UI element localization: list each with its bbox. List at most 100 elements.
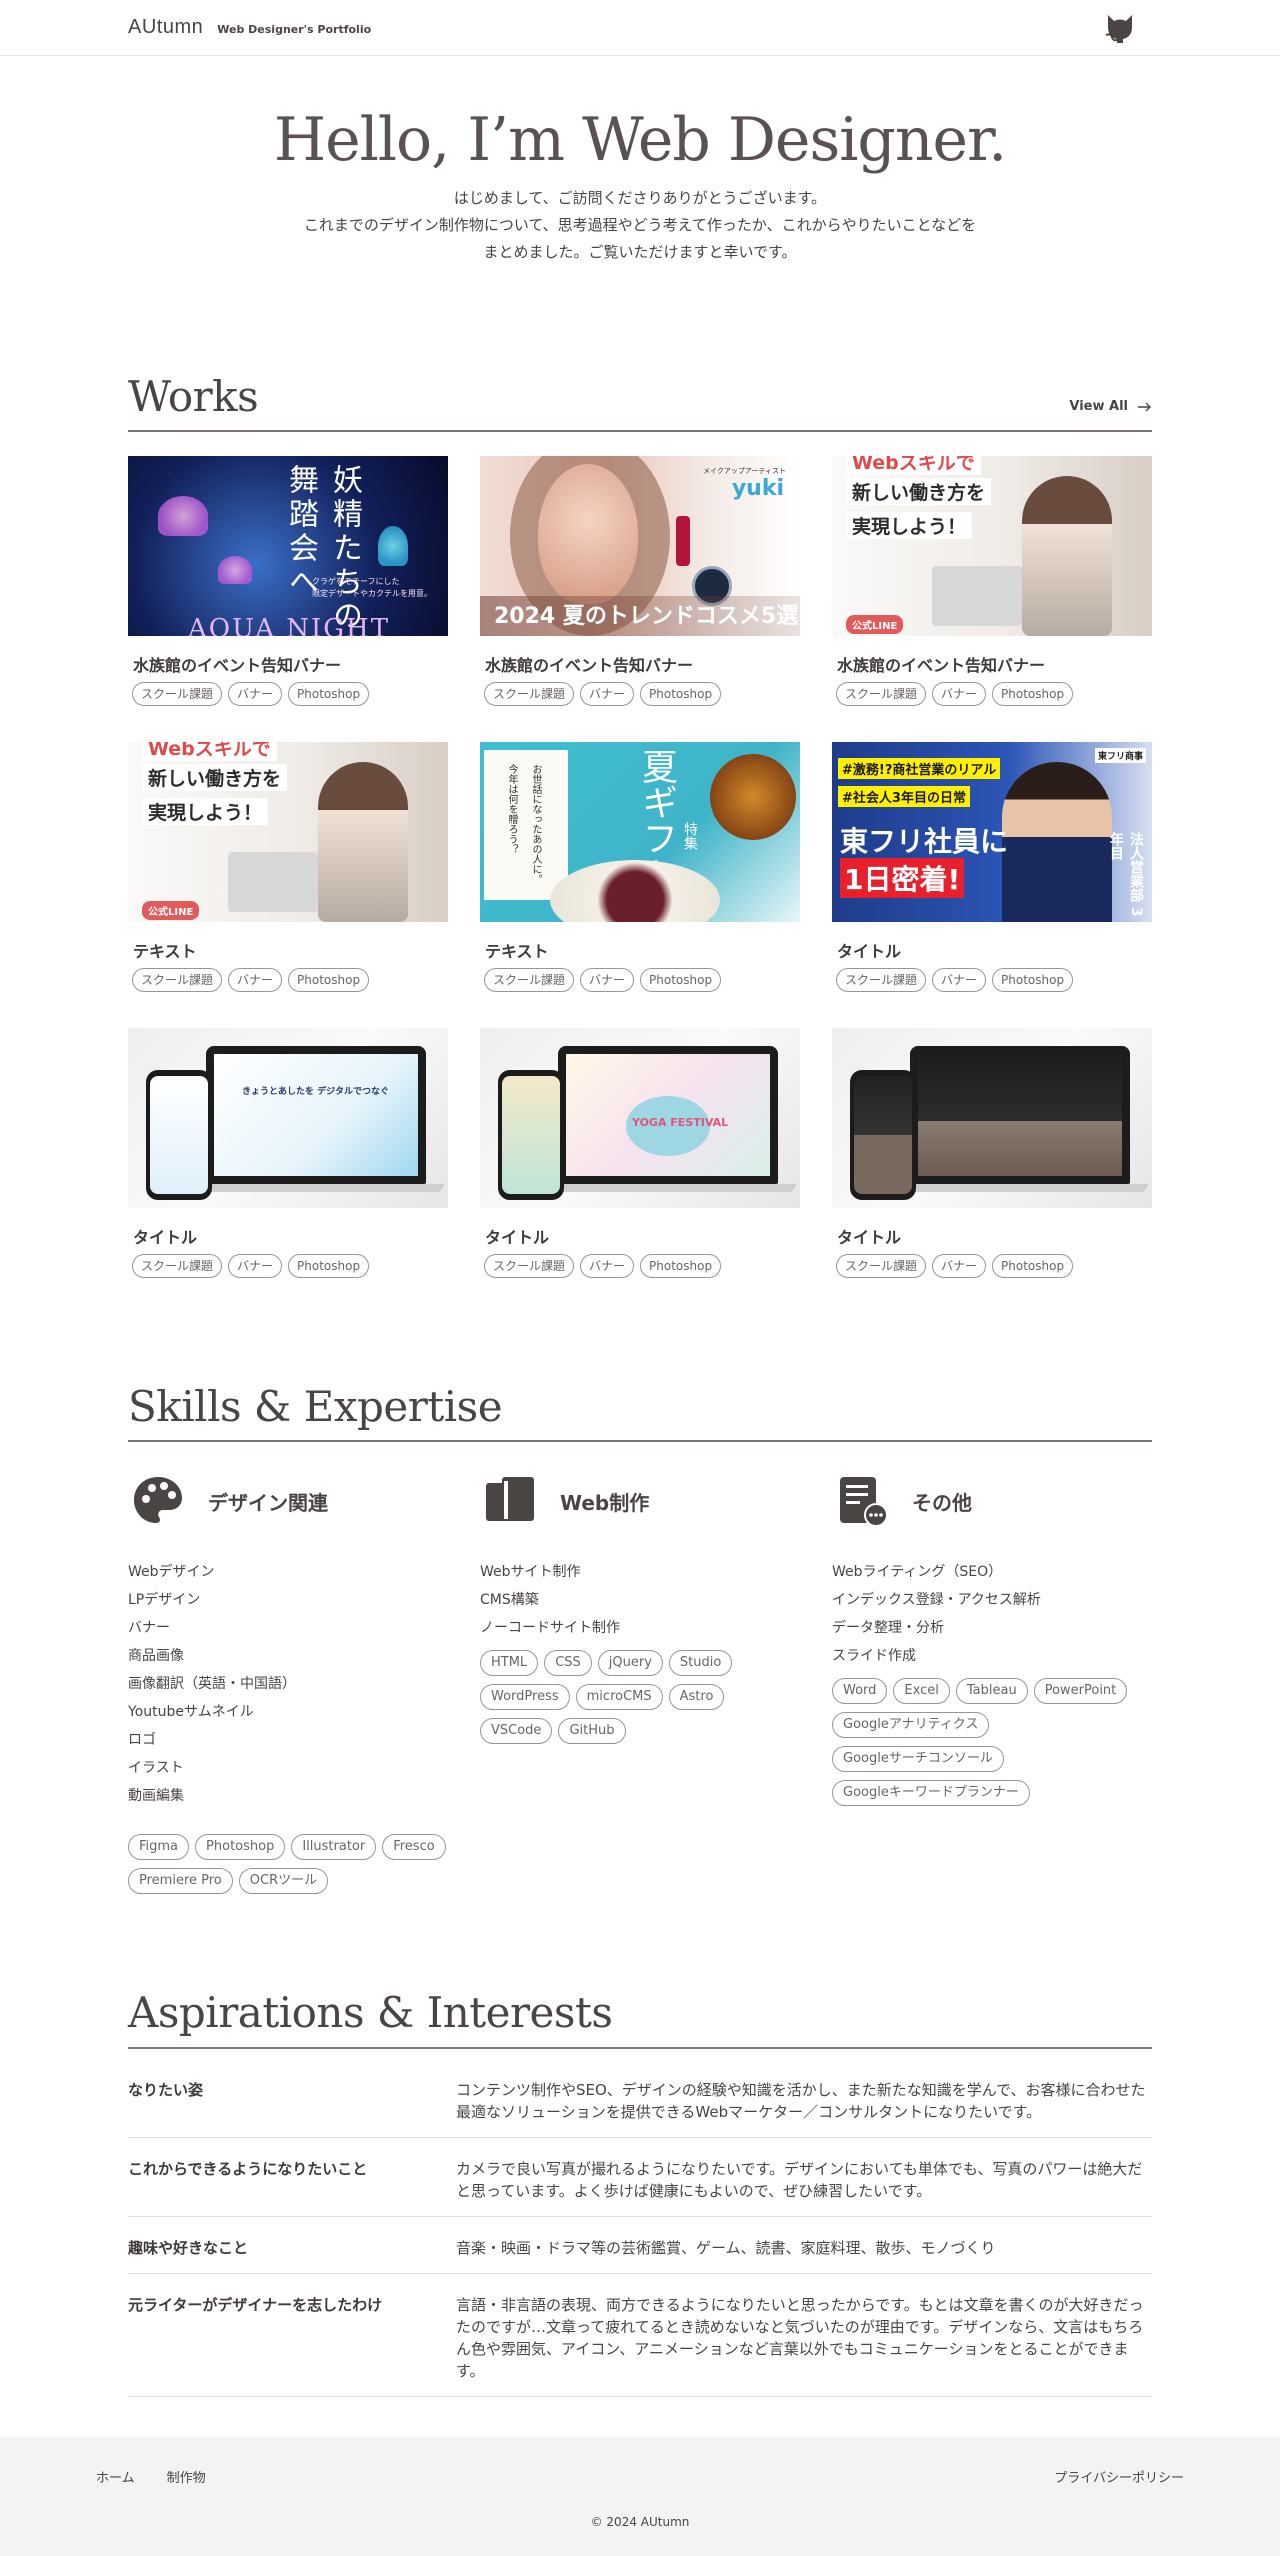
work-thumbnail[interactable]: お世話になったあの人に。 今年は何を贈ろう？ 夏ギフト 特集 bbox=[480, 742, 800, 923]
tag[interactable]: Photoshop bbox=[640, 968, 722, 993]
skill-item: バナー bbox=[128, 1620, 170, 1637]
banner-hashtag: #社会人3年目の日常 bbox=[838, 786, 970, 808]
work-thumbnail[interactable]: 東フリ商事 #激務!?商社営業のリアル #社会人3年目の日常 東フリ社員に 1日… bbox=[832, 742, 1152, 923]
tag[interactable]: Premiere Pro bbox=[128, 1868, 233, 1895]
tag[interactable]: Photoshop bbox=[288, 682, 370, 707]
aspirations-section: Aspirations & Interests なりたい姿 コンテンツ制作やSE… bbox=[128, 1990, 1152, 2397]
tag[interactable]: Fresco bbox=[382, 1834, 446, 1861]
work-thumbnail[interactable]: きょうとあしたを デジタルでつなぐ bbox=[128, 1028, 448, 1209]
aspirations-heading: Aspirations & Interests bbox=[128, 1990, 1152, 2049]
tag[interactable]: Figma bbox=[128, 1834, 190, 1861]
work-tags: スクール課題 バナー Photoshop bbox=[480, 968, 800, 993]
tag[interactable]: Photoshop bbox=[992, 1254, 1074, 1279]
work-card[interactable]: YOGA FESTIVAL タイトル スクール課題 バナー Photoshop bbox=[480, 1028, 800, 1314]
work-title[interactable]: タイトル bbox=[133, 1224, 448, 1248]
banner-vertical-text: お世話になったあの人に。 bbox=[530, 764, 541, 885]
work-thumbnail[interactable]: Webスキルで 新しい働き方を 実現しよう！ 公式LINE bbox=[128, 742, 448, 923]
tag[interactable]: バナー bbox=[580, 968, 635, 993]
skill-item: Webサイト制作 bbox=[480, 1564, 581, 1581]
tag[interactable]: Tableau bbox=[955, 1678, 1028, 1705]
work-card[interactable]: メイクアップアーティスト yuki 2024 夏のトレンドコスメ5選 水族館のイ… bbox=[480, 456, 800, 742]
tag[interactable]: Photoshop bbox=[195, 1834, 286, 1861]
privacy-policy-link[interactable]: プライバシーポリシー bbox=[1054, 2467, 1184, 2486]
tag[interactable]: Googleキーワードプランナー bbox=[832, 1780, 1030, 1807]
aspiration-value: 言語・非言語の表現、両方できるようになりたいと思ったからです。もとは文章を書くの… bbox=[456, 2295, 1144, 2380]
work-tags: スクール課題 バナー Photoshop bbox=[832, 968, 1152, 993]
tag[interactable]: バナー bbox=[228, 682, 283, 707]
tag[interactable]: Photoshop bbox=[992, 968, 1074, 993]
hero: Hello, I’m Web Designer. はじめまして、ご訪問くださりあ… bbox=[0, 56, 1280, 306]
tag[interactable]: バナー bbox=[580, 1254, 635, 1279]
tag[interactable]: バナー bbox=[228, 968, 283, 993]
tag[interactable]: VSCode bbox=[480, 1718, 553, 1745]
site-logo[interactable]: AUtumn bbox=[128, 16, 203, 39]
tag[interactable]: スクール課題 bbox=[484, 968, 575, 993]
tag[interactable]: バナー bbox=[228, 1254, 283, 1279]
tag[interactable]: スクール課題 bbox=[836, 968, 927, 993]
footer-link-works[interactable]: 制作物 bbox=[167, 2467, 206, 2486]
work-thumbnail[interactable]: Webスキルで 新しい働き方を 実現しよう！ 公式LINE bbox=[832, 456, 1152, 637]
work-card[interactable]: タイトル スクール課題 バナー Photoshop bbox=[832, 1028, 1152, 1314]
work-card[interactable]: きょうとあしたを デジタルでつなぐ タイトル スクール課題 バナー Photos… bbox=[128, 1028, 448, 1314]
tool-tags: Figma Photoshop Illustrator Fresco Premi… bbox=[128, 1834, 448, 1895]
work-thumbnail[interactable]: 妖精たちの舞踏会へ クラゲをモチーフにした 限定デザートやカクテルを用意。 AQ… bbox=[128, 456, 448, 637]
skill-header: デザイン関連 bbox=[128, 1468, 448, 1534]
tag[interactable]: Photoshop bbox=[288, 1254, 370, 1279]
banner-vertical-text: 法人営業部 3年目 bbox=[1108, 832, 1144, 917]
tag[interactable]: バナー bbox=[932, 968, 987, 993]
tag[interactable]: Astro bbox=[668, 1684, 725, 1711]
tag[interactable]: WordPress bbox=[480, 1684, 570, 1711]
tag[interactable]: バナー bbox=[932, 682, 987, 707]
work-card[interactable]: 妖精たちの舞踏会へ クラゲをモチーフにした 限定デザートやカクテルを用意。 AQ… bbox=[128, 456, 448, 742]
tag[interactable]: jQuery bbox=[597, 1650, 663, 1677]
screen-headline: YOGA FESTIVAL bbox=[632, 1116, 729, 1130]
tag[interactable]: Googleサーチコンソール bbox=[832, 1746, 1004, 1773]
tag[interactable]: HTML bbox=[480, 1650, 539, 1677]
tag[interactable]: スクール課題 bbox=[836, 1254, 927, 1279]
tag[interactable]: スクール課題 bbox=[132, 968, 223, 993]
work-title[interactable]: タイトル bbox=[485, 1224, 800, 1248]
tag[interactable]: Photoshop bbox=[640, 682, 722, 707]
tag[interactable]: Photoshop bbox=[992, 682, 1074, 707]
work-card[interactable]: Webスキルで 新しい働き方を 実現しよう！ 公式LINE テキスト スクール課… bbox=[128, 742, 448, 1028]
work-title[interactable]: タイトル bbox=[837, 938, 1152, 962]
footer-link-home[interactable]: ホーム bbox=[96, 2467, 135, 2486]
tag[interactable]: OCRツール bbox=[238, 1868, 329, 1895]
tag[interactable]: スクール課題 bbox=[836, 682, 927, 707]
skill-item: CMS構築 bbox=[480, 1592, 539, 1609]
work-thumbnail[interactable]: メイクアップアーティスト yuki 2024 夏のトレンドコスメ5選 bbox=[480, 456, 800, 637]
device-mockup-image: きょうとあしたを デジタルでつなぐ bbox=[128, 1028, 448, 1209]
work-title[interactable]: テキスト bbox=[485, 938, 800, 962]
work-card[interactable]: Webスキルで 新しい働き方を 実現しよう！ 公式LINE 水族館のイベント告知… bbox=[832, 456, 1152, 742]
work-card[interactable]: 東フリ商事 #激務!?商社営業のリアル #社会人3年目の日常 東フリ社員に 1日… bbox=[832, 742, 1152, 1028]
work-thumbnail[interactable]: YOGA FESTIVAL bbox=[480, 1028, 800, 1209]
view-all-link[interactable]: View All bbox=[1069, 399, 1152, 414]
brand[interactable]: AUtumn Web Designer's Portfolio bbox=[128, 16, 371, 39]
tag[interactable]: Word bbox=[832, 1678, 888, 1705]
tag[interactable]: PowerPoint bbox=[1033, 1678, 1128, 1705]
tag[interactable]: スクール課題 bbox=[132, 1254, 223, 1279]
tag[interactable]: microCMS bbox=[575, 1684, 663, 1711]
tag[interactable]: バナー bbox=[932, 1254, 987, 1279]
tag[interactable]: Photoshop bbox=[640, 1254, 722, 1279]
tag[interactable]: Googleアナリティクス bbox=[832, 1712, 990, 1739]
tag[interactable]: Photoshop bbox=[288, 968, 370, 993]
tag[interactable]: Excel bbox=[893, 1678, 950, 1705]
work-title[interactable]: 水族館のイベント告知バナー bbox=[837, 652, 1152, 676]
work-title[interactable]: テキスト bbox=[133, 938, 448, 962]
tag[interactable]: GitHub bbox=[558, 1718, 626, 1745]
work-thumbnail[interactable] bbox=[832, 1028, 1152, 1209]
tag[interactable]: Studio bbox=[668, 1650, 733, 1677]
tag[interactable]: スクール課題 bbox=[484, 1254, 575, 1279]
work-card[interactable]: お世話になったあの人に。 今年は何を贈ろう？ 夏ギフト 特集 テキスト スクール… bbox=[480, 742, 800, 1028]
work-title[interactable]: 水族館のイベント告知バナー bbox=[485, 652, 800, 676]
tag[interactable]: バナー bbox=[580, 682, 635, 707]
tag[interactable]: スクール課題 bbox=[484, 682, 575, 707]
tag[interactable]: スクール課題 bbox=[132, 682, 223, 707]
skill-list: Webライティング（SEO） インデックス登録・アクセス解析 データ整理・分析 … bbox=[832, 1558, 1152, 1670]
tag[interactable]: CSS bbox=[544, 1650, 592, 1677]
tag[interactable]: Illustrator bbox=[291, 1834, 377, 1861]
github-cat-icon[interactable] bbox=[1100, 8, 1140, 48]
work-title[interactable]: タイトル bbox=[837, 1224, 1152, 1248]
work-title[interactable]: 水族館のイベント告知バナー bbox=[133, 652, 448, 676]
